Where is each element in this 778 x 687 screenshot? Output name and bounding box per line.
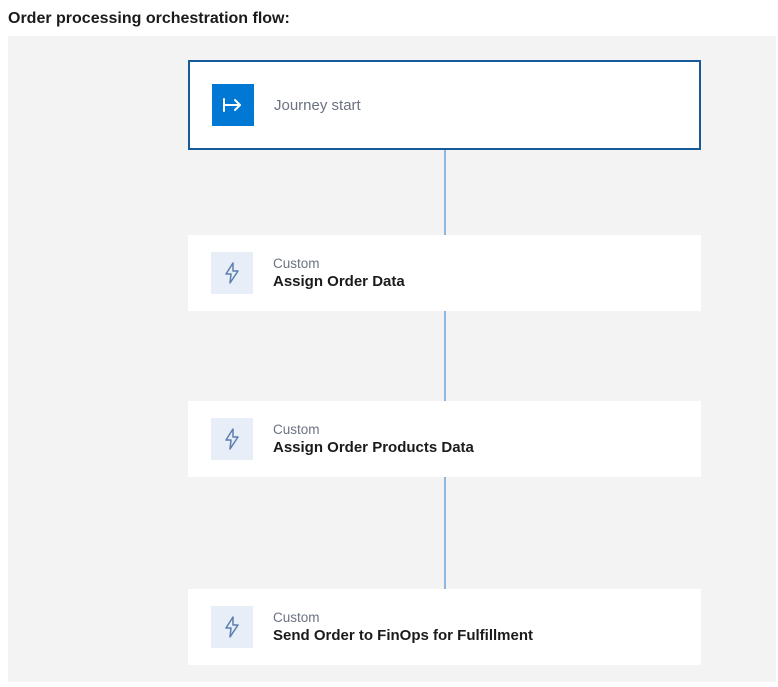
step-node-text: Custom Assign Order Data bbox=[273, 256, 405, 290]
step-title: Assign Order Products Data bbox=[273, 439, 474, 456]
step-title: Send Order to FinOps for Fulfillment bbox=[273, 627, 533, 644]
step-node-text: Custom Send Order to FinOps for Fulfillm… bbox=[273, 610, 533, 644]
step-title: Assign Order Data bbox=[273, 273, 405, 290]
flow-connector bbox=[444, 150, 446, 235]
flow-column: Journey start Custom Assign Order Data bbox=[188, 60, 701, 665]
lightning-icon bbox=[211, 418, 253, 460]
flow-canvas: Journey start Custom Assign Order Data bbox=[8, 36, 776, 682]
flow-connector bbox=[444, 311, 446, 401]
page-title: Order processing orchestration flow: bbox=[0, 0, 778, 36]
lightning-icon bbox=[211, 606, 253, 648]
flow-step-send-order-finops[interactable]: Custom Send Order to FinOps for Fulfillm… bbox=[188, 589, 701, 665]
journey-start-node[interactable]: Journey start bbox=[188, 60, 701, 150]
flow-connector bbox=[444, 477, 446, 589]
lightning-icon bbox=[211, 252, 253, 294]
start-node-label: Journey start bbox=[274, 97, 361, 114]
flow-step-assign-order-data[interactable]: Custom Assign Order Data bbox=[188, 235, 701, 311]
step-kicker: Custom bbox=[273, 256, 405, 271]
flow-step-assign-order-products-data[interactable]: Custom Assign Order Products Data bbox=[188, 401, 701, 477]
step-kicker: Custom bbox=[273, 610, 533, 625]
start-node-text: Journey start bbox=[274, 97, 361, 114]
step-node-text: Custom Assign Order Products Data bbox=[273, 422, 474, 456]
start-arrow-icon bbox=[212, 84, 254, 126]
step-kicker: Custom bbox=[273, 422, 474, 437]
